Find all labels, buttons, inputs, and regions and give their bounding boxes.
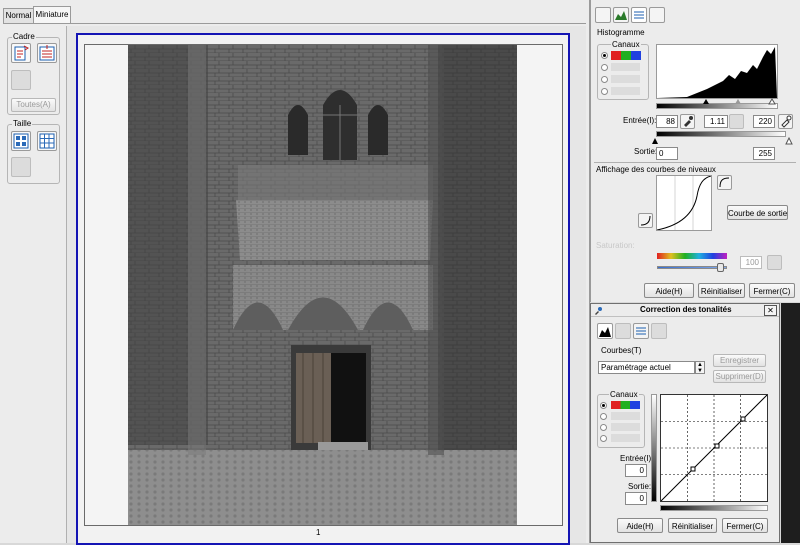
entree-label: Entrée(I): (623, 116, 657, 125)
reinitialiser-button[interactable]: Réinitialiser (698, 283, 745, 298)
dialog-close-button[interactable]: ✕ (764, 305, 777, 316)
supprimer-button[interactable]: Supprimer(D) (713, 370, 766, 383)
tab-underline (3, 23, 586, 24)
saturation-reset-icon[interactable] (767, 255, 782, 270)
thumbnail-small-icon[interactable] (37, 131, 57, 151)
tone-fermer-button[interactable]: Fermer(C) (722, 518, 768, 533)
courbe-de-sortie-button[interactable]: Courbe de sortie (727, 205, 788, 220)
levels-mode-icon[interactable] (613, 7, 629, 23)
courbes-label: Courbes(T) (601, 346, 642, 355)
saturation-field[interactable]: 100 (740, 256, 762, 269)
separator (594, 162, 796, 163)
toutes-button[interactable]: Toutes(A) (11, 98, 56, 112)
tone-vertical-gradient (651, 394, 657, 502)
tone-sortie-field[interactable]: 0 (625, 492, 647, 505)
curve-convex-icon[interactable] (717, 175, 732, 190)
eyedropper-black-icon[interactable] (680, 114, 695, 129)
dialog-title: Correction des tonalités (640, 305, 732, 314)
tone-reinitialiser-button[interactable]: Réinitialiser (668, 518, 717, 533)
tone-curve-graph[interactable] (660, 394, 768, 502)
tone-channel-green-swatch (611, 423, 640, 431)
thumbnail-list-icon[interactable] (11, 157, 31, 177)
tone-channel-red-radio[interactable] (600, 413, 607, 420)
entree-low-field[interactable]: 88 (656, 115, 678, 128)
tone-channel-blue-swatch (611, 434, 640, 442)
histogram-graph (656, 44, 778, 99)
tone-levels-icon[interactable] (615, 323, 631, 339)
sortie-high-field[interactable]: 255 (753, 147, 775, 160)
taille-label: Taille (12, 119, 33, 128)
channel-green-swatch (611, 75, 640, 83)
curve-concave-icon[interactable] (638, 213, 653, 228)
eyedropper-white-icon[interactable] (778, 114, 793, 129)
tone-channel-green-radio[interactable] (600, 424, 607, 431)
output-slider-handles[interactable] (652, 137, 794, 145)
curve-preview (656, 175, 712, 231)
eyedropper-gray-icon[interactable] (729, 114, 744, 129)
desktop-strip (781, 303, 800, 543)
tone-horizontal-gradient (660, 505, 768, 511)
cadre-label: Cadre (12, 32, 36, 41)
tone-sortie-label: Sortie: (628, 482, 652, 491)
enregistrer-button[interactable]: Enregistrer (713, 354, 766, 367)
channel-red-swatch (611, 63, 640, 71)
balance-mode-icon[interactable] (631, 7, 647, 23)
sortie-label: Sortie: (634, 147, 658, 156)
thumbnail-large-icon[interactable] (11, 131, 31, 151)
fermer-button[interactable]: Fermer(C) (749, 283, 795, 298)
tone-channel-blue-radio[interactable] (600, 435, 607, 442)
histogram-section-title: Histogramme (597, 28, 645, 37)
tone-balance-icon[interactable] (633, 323, 649, 339)
channel-rgb-swatch (611, 51, 641, 60)
tone-fit-icon[interactable] (651, 323, 667, 339)
tone-channel-rgb-swatch (611, 401, 640, 409)
channel-green-radio[interactable] (601, 76, 608, 83)
frame-select-icon[interactable] (11, 70, 31, 90)
channel-blue-radio[interactable] (601, 88, 608, 95)
tone-entree-label: Entrée(I): (620, 454, 654, 463)
tone-channel-rgb-radio[interactable] (600, 402, 607, 409)
tab-normal[interactable]: Normal (3, 8, 34, 23)
channel-blue-swatch (611, 87, 640, 95)
saturation-thumb[interactable] (717, 263, 724, 272)
channel-red-radio[interactable] (601, 64, 608, 71)
preset-spin-icon[interactable]: ▲ ▼ (695, 361, 705, 374)
saturation-gradient (657, 253, 727, 259)
entree-high-field[interactable]: 220 (753, 115, 775, 128)
aide-button[interactable]: Aide(H) (644, 283, 694, 298)
frame-rotate-icon[interactable] (11, 43, 31, 63)
saturation-label-faded: Saturation: (596, 241, 635, 250)
histogram-mode-icon[interactable] (595, 7, 611, 23)
sortie-low-field[interactable]: 0 (656, 147, 678, 160)
preset-select[interactable]: Paramétrage actuel (598, 361, 695, 374)
canaux-label: Canaux (611, 40, 641, 49)
channel-rgb-radio[interactable] (601, 52, 608, 59)
frame-flip-icon[interactable] (37, 43, 57, 63)
input-slider-handles[interactable] (655, 97, 781, 105)
page-number: 1 (316, 528, 321, 537)
tab-miniature[interactable]: Miniature (33, 6, 71, 24)
tone-entree-field[interactable]: 0 (625, 464, 647, 477)
tone-canaux-label: Canaux (609, 390, 639, 399)
tone-histogram-icon[interactable] (597, 323, 613, 339)
fit-mode-icon[interactable] (649, 7, 665, 23)
church-facade-photo (128, 45, 517, 525)
tone-channel-red-swatch (611, 412, 640, 420)
tone-aide-button[interactable]: Aide(H) (617, 518, 663, 533)
curves-section-title: Affichage des courbes de niveaux (596, 165, 716, 174)
entree-gamma-field[interactable]: 1.11 (704, 115, 728, 128)
dialog-app-icon (594, 306, 603, 315)
